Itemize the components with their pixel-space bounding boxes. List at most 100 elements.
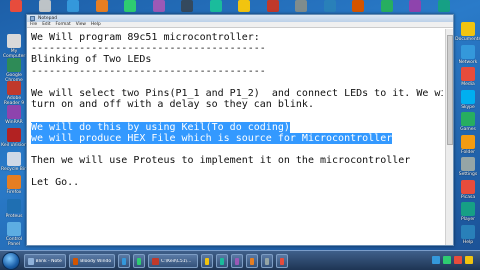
text-editor[interactable]: We Will program 89c51 microcontroller: --… xyxy=(31,32,443,241)
desktop-shortcut[interactable]: Player xyxy=(454,202,480,222)
tray-icon[interactable] xyxy=(443,256,451,264)
desktop-shortcut[interactable]: Documents xyxy=(454,22,480,42)
shortcut-label: Recycle Bin xyxy=(1,166,27,172)
shortcut-icon xyxy=(7,151,21,166)
taskbar-button[interactable] xyxy=(276,254,288,268)
taskbar-app-icon xyxy=(250,257,254,265)
taskbar-app-icon xyxy=(265,257,269,265)
desktop-shortcut[interactable]: Google Chrome xyxy=(0,57,28,83)
shortcut-icon xyxy=(7,175,21,189)
shortcut-icon xyxy=(7,222,21,236)
shortcut-label: Player xyxy=(460,217,475,222)
desktop-shortcut[interactable]: Media xyxy=(454,67,480,87)
desktop-shortcut[interactable]: Picasa xyxy=(454,179,480,200)
desktop-shortcut[interactable]: Control Panel xyxy=(0,222,28,247)
shortcut-label: Proteus xyxy=(5,213,23,219)
menu-bar: File Edit Format View Help xyxy=(27,22,453,28)
text-line xyxy=(31,144,443,155)
desktop-shortcut[interactable]: Firefox xyxy=(0,175,28,195)
text-line: Blinking of Two LEDs xyxy=(31,54,443,65)
taskbar-app-icon xyxy=(205,257,209,265)
desktop-shortcut[interactable]: Games xyxy=(454,112,480,132)
shortcut-icon xyxy=(323,0,336,12)
menu-item-help[interactable]: Help xyxy=(91,22,101,27)
line-text: We Will program 89c51 microcontroller: xyxy=(31,32,260,43)
shortcut-icon xyxy=(266,0,279,12)
line-text: Then we will use Proteus to implement it… xyxy=(31,155,411,167)
shortcut-label: Picasa xyxy=(460,194,476,200)
shortcut-icon xyxy=(409,0,421,12)
menu-item-format[interactable]: Format xyxy=(56,22,71,27)
shortcut-icon xyxy=(7,104,21,119)
shortcut-icon xyxy=(7,198,21,213)
shortcut-icon xyxy=(95,0,108,12)
shortcut-label: WinRAR xyxy=(5,119,23,125)
shortcut-icon xyxy=(461,134,475,149)
shortcut-icon xyxy=(152,0,165,12)
desktop-shortcut[interactable]: Help xyxy=(454,224,480,245)
desktop-shortcut[interactable]: Settings xyxy=(454,157,480,177)
taskbar-app-icon xyxy=(137,257,141,265)
shortcut-icon xyxy=(209,0,222,12)
text-line: We will select two Pins(P1_1 and P1_2) a… xyxy=(31,88,443,99)
scrollbar-thumb[interactable] xyxy=(447,35,453,145)
window-titlebar[interactable]: Notepad xyxy=(27,15,453,22)
shortcut-icon xyxy=(461,224,475,239)
text-line: We Will program 89c51 microcontroller: xyxy=(31,32,443,43)
shortcut-label: Control Panel xyxy=(5,237,23,247)
desktop-shortcut[interactable]: Skype xyxy=(454,89,480,110)
tray-icon[interactable] xyxy=(465,256,473,264)
selected-text: We will do this by using Keil(To do codi… xyxy=(31,121,290,133)
desktop-shortcut[interactable]: Adobe Reader 9 xyxy=(0,81,28,106)
taskbar-app-icon xyxy=(122,257,126,265)
line-text: --------------------------------------- xyxy=(31,65,266,77)
shortcut-icon xyxy=(461,67,475,81)
desktop-shortcut[interactable]: Keil uVision xyxy=(0,128,28,148)
line-text: --------------------------------------- xyxy=(31,43,266,55)
desktop-shortcut[interactable]: Network xyxy=(454,44,480,65)
taskbar-app-icon xyxy=(28,257,34,265)
taskbar-app-icon xyxy=(152,257,159,265)
taskbar-button[interactable] xyxy=(231,254,243,268)
desktop-shortcut[interactable]: Recycle Bin xyxy=(0,151,28,172)
taskbar-button[interactable] xyxy=(216,254,228,268)
shortcut-icon xyxy=(437,0,450,12)
start-button[interactable] xyxy=(2,252,20,270)
line-text: Blinking of Two LEDs xyxy=(31,54,152,66)
shortcut-icon xyxy=(238,0,250,12)
vertical-scrollbar[interactable] xyxy=(445,29,453,245)
shortcut-icon xyxy=(461,179,475,194)
taskbar-button[interactable] xyxy=(118,254,130,268)
menu-item-view[interactable]: View xyxy=(76,22,86,27)
menu-item-file[interactable]: File xyxy=(30,22,37,27)
shortcut-icon xyxy=(461,112,475,126)
desktop-shortcut[interactable]: WinRAR xyxy=(0,104,28,125)
text-line: turn on and off with a delay so they can… xyxy=(31,99,443,110)
shortcut-icon xyxy=(295,0,307,12)
shortcut-label: Help xyxy=(462,239,474,245)
taskbar-button[interactable] xyxy=(133,254,145,268)
taskbar-button[interactable]: Bloody Windows... xyxy=(69,254,115,268)
shortcut-label: Folder xyxy=(461,149,475,155)
notepad-window[interactable]: Notepad File Edit Format View Help We Will p… xyxy=(26,14,454,246)
shortcut-icon xyxy=(7,128,21,142)
shortcut-icon xyxy=(352,0,364,12)
text-line: Then we will use Proteus to implement it… xyxy=(31,155,443,166)
taskbar-button[interactable] xyxy=(261,254,273,268)
text-line xyxy=(31,110,443,121)
menu-item-edit[interactable]: Edit xyxy=(42,22,50,27)
taskbar-button[interactable]: C:\Keil\C51\... xyxy=(148,254,198,268)
desktop-shortcut[interactable]: My Computer xyxy=(0,34,28,59)
tray-icon[interactable] xyxy=(454,256,462,264)
desktop-shortcut[interactable]: Folder xyxy=(454,134,480,155)
line-text: Let Go.. xyxy=(31,177,80,189)
taskbar-button[interactable] xyxy=(201,254,213,268)
shortcut-icon xyxy=(7,81,21,95)
taskbar-button[interactable] xyxy=(246,254,258,268)
text-line: We will do this by using Keil(To do codi… xyxy=(31,121,443,133)
desktop-shortcut[interactable]: Proteus xyxy=(0,198,28,219)
tray-icon[interactable] xyxy=(432,256,440,264)
shortcut-label: Keil uVision xyxy=(1,143,27,148)
text-line: we will produce HEX File which is source… xyxy=(31,132,443,144)
taskbar-button[interactable]: Blink - Notep... xyxy=(24,254,66,268)
